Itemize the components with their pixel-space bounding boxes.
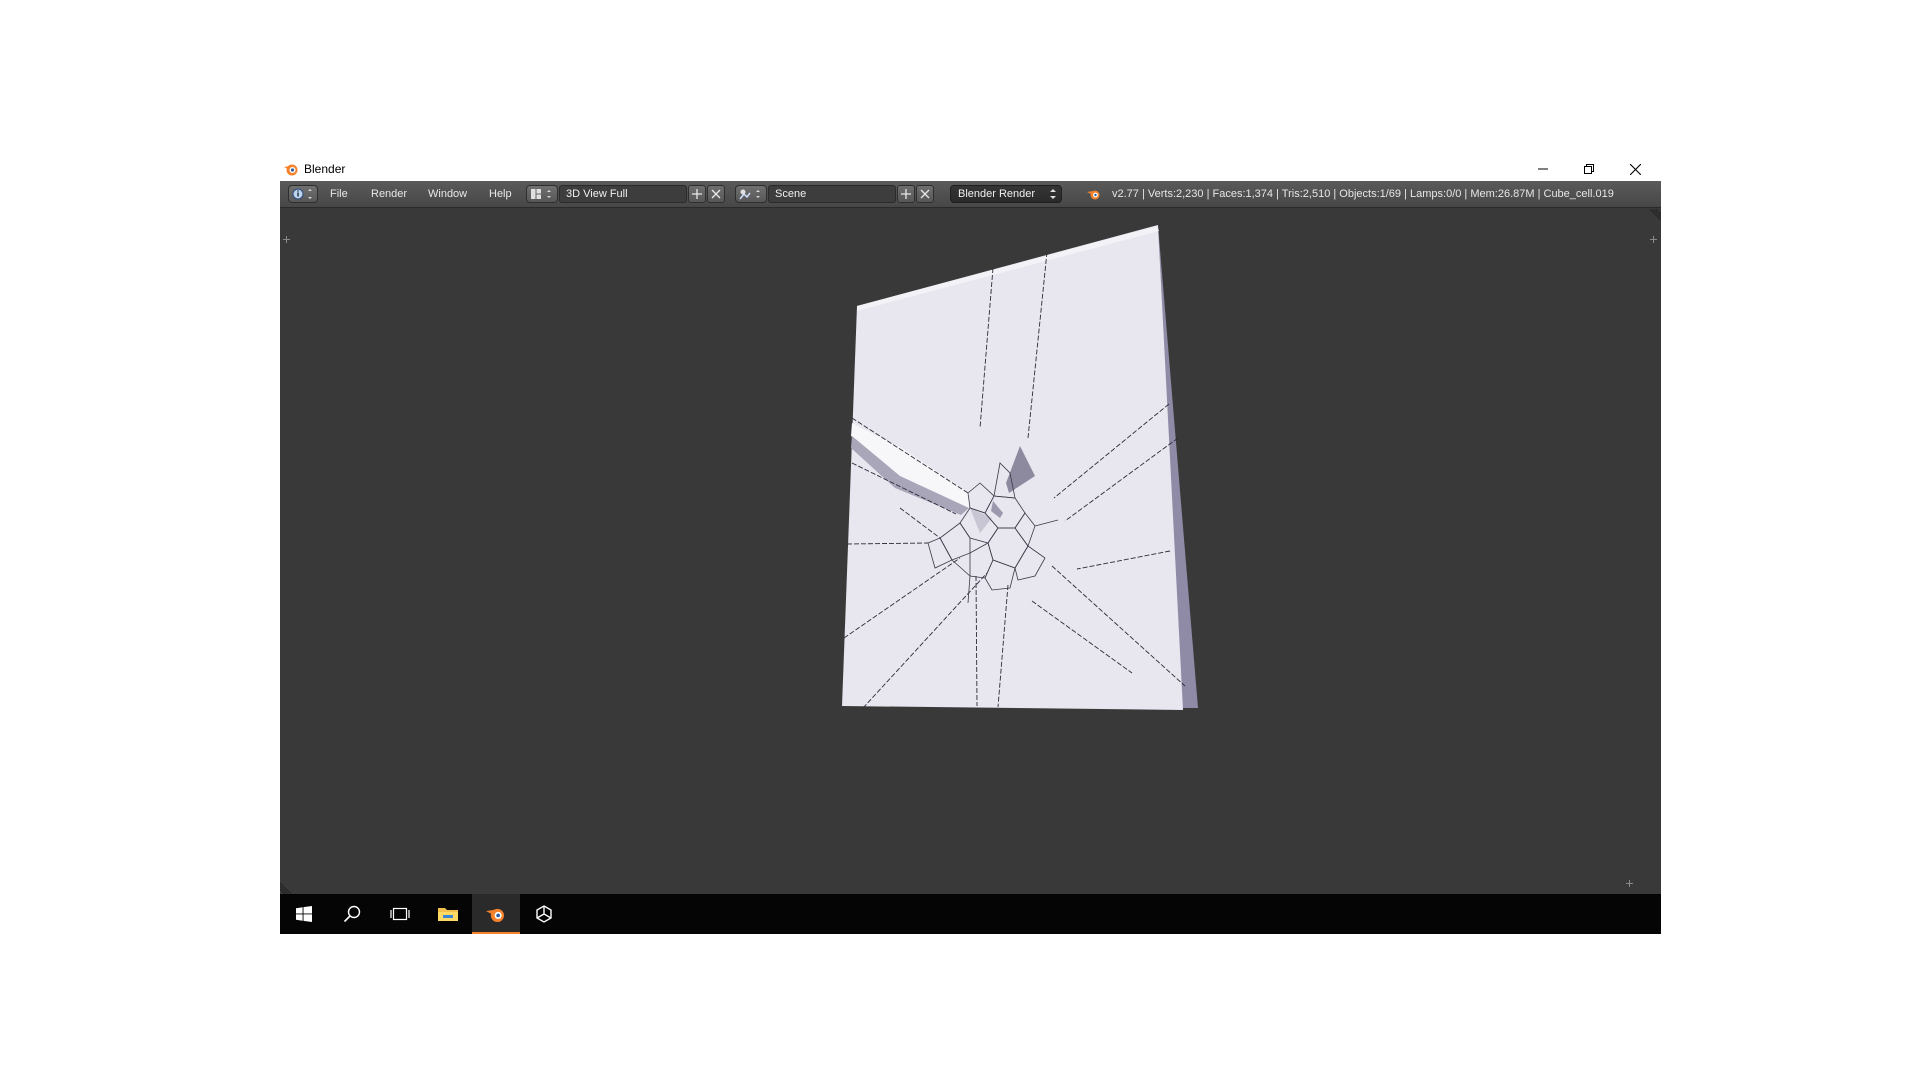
blender-icon bbox=[486, 908, 504, 922]
layout-grid-icon bbox=[531, 189, 551, 199]
blender-window: Blender File Render Window Help 3D View … bbox=[280, 157, 1661, 934]
info-header: File Render Window Help 3D View Full Sce… bbox=[280, 181, 1661, 208]
screen-layout-name-field[interactable]: 3D View Full bbox=[559, 185, 687, 203]
restore-icon bbox=[1584, 164, 1594, 174]
menu-file[interactable]: File bbox=[330, 188, 348, 200]
render-engine-dropdown[interactable]: Blender Render bbox=[950, 185, 1062, 203]
scene-selector[interactable] bbox=[735, 185, 767, 203]
menu-help[interactable]: Help bbox=[489, 188, 512, 200]
x-icon bbox=[711, 189, 721, 199]
delete-screen-button[interactable] bbox=[707, 185, 725, 203]
blender-logo-icon bbox=[284, 164, 298, 176]
window-title: Blender bbox=[304, 162, 346, 176]
unity-icon bbox=[536, 905, 552, 923]
x-icon bbox=[920, 189, 930, 199]
menu-render[interactable]: Render bbox=[371, 188, 407, 200]
3d-viewport[interactable] bbox=[280, 208, 1661, 894]
blender-taskbar-button[interactable] bbox=[472, 894, 520, 934]
restore-button[interactable] bbox=[1566, 157, 1612, 181]
info-editor-icon bbox=[292, 188, 312, 200]
scene-statistics: v2.77 | Verts:2,230 | Faces:1,374 | Tris… bbox=[1112, 188, 1614, 200]
render-engine-label: Blender Render bbox=[958, 188, 1036, 200]
scene-icon bbox=[739, 189, 760, 200]
delete-scene-button[interactable] bbox=[916, 185, 934, 203]
blender-logo-icon bbox=[1087, 190, 1100, 200]
close-button[interactable] bbox=[1612, 157, 1658, 181]
file-explorer-icon bbox=[438, 908, 458, 921]
plus-icon bbox=[901, 189, 911, 199]
add-scene-button[interactable] bbox=[897, 185, 915, 203]
task-view-button[interactable] bbox=[376, 894, 424, 934]
screen-layout-selector[interactable] bbox=[526, 185, 558, 203]
minimize-icon bbox=[1538, 168, 1548, 170]
task-view-icon bbox=[390, 907, 410, 921]
unity-taskbar-button[interactable] bbox=[520, 894, 568, 934]
title-bar[interactable]: Blender bbox=[280, 157, 1661, 181]
fractured-cube-mesh[interactable] bbox=[280, 208, 1661, 894]
editor-type-button[interactable] bbox=[288, 185, 318, 203]
windows-start-icon bbox=[296, 906, 312, 922]
updown-arrows-icon bbox=[1050, 189, 1056, 199]
minimize-button[interactable] bbox=[1520, 157, 1566, 181]
search-icon bbox=[343, 905, 361, 923]
plus-icon bbox=[692, 189, 702, 199]
search-button[interactable] bbox=[328, 894, 376, 934]
start-button[interactable] bbox=[280, 894, 328, 934]
scene-name-field[interactable]: Scene bbox=[768, 185, 896, 203]
close-icon bbox=[1629, 163, 1641, 175]
active-indicator bbox=[472, 932, 520, 934]
windows-taskbar bbox=[280, 894, 1661, 934]
add-screen-button[interactable] bbox=[688, 185, 706, 203]
menu-window[interactable]: Window bbox=[428, 188, 467, 200]
file-explorer-button[interactable] bbox=[424, 894, 472, 934]
